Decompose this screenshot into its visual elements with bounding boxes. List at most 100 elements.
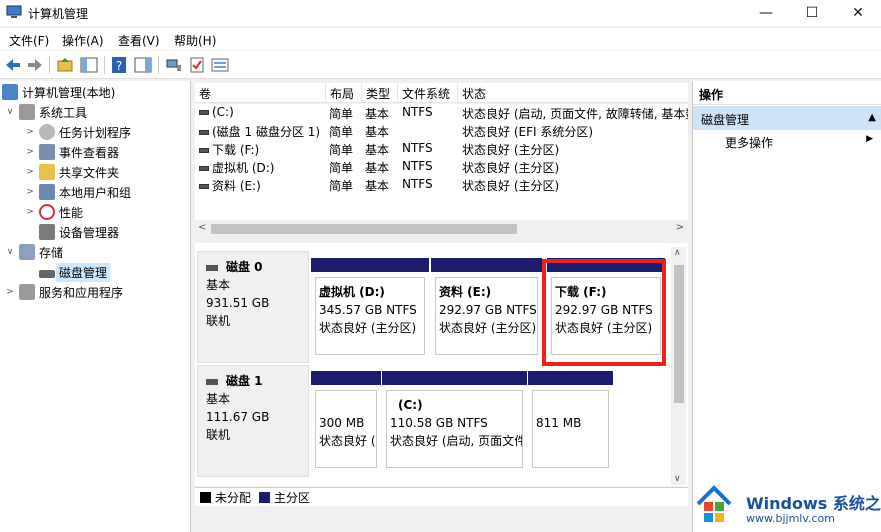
minimize-button[interactable]: —	[743, 0, 789, 26]
primary-partition-swatch	[259, 491, 271, 503]
partition-bar	[431, 258, 542, 272]
device-manager-icon	[39, 224, 55, 240]
scroll-right-icon[interactable]: >	[676, 222, 684, 233]
volume-row[interactable]: 资料 (E:) 简单 基本 NTFS 状态良好 (主分区)	[195, 176, 688, 194]
up-folder-icon[interactable]	[56, 56, 74, 74]
submenu-arrow-icon[interactable]: ▶	[866, 134, 873, 144]
collapse-triangle-icon[interactable]: ▲	[868, 112, 876, 123]
partition-d[interactable]: 虚拟机 (D:) 345.57 GB NTFS 状态良好 (主分区)	[311, 258, 429, 358]
disk-0-label[interactable]: 磁盘 0 基本 931.51 GB 联机	[197, 251, 309, 363]
windows-logo-icon	[696, 485, 732, 522]
partition-efi[interactable]: 300 MB 状态良好 (	[311, 371, 381, 471]
disk-icon	[39, 270, 55, 278]
volume-row[interactable]: (C:) 简单 基本 NTFS 状态良好 (启动, 页面文件, 故障转储, 基本…	[195, 104, 688, 122]
forward-arrow-icon[interactable]	[26, 56, 44, 74]
tree-item-storage[interactable]: ∨ 存储	[4, 242, 63, 262]
tree-item-local-users[interactable]: > 本地用户和组	[24, 182, 131, 202]
menu-view[interactable]: 查看(V)	[118, 32, 160, 49]
close-button[interactable]: ✕	[835, 0, 881, 26]
connect-icon[interactable]	[165, 56, 183, 74]
chevron-down-icon[interactable]: ∨	[4, 107, 16, 117]
chevron-right-icon[interactable]: >	[4, 287, 16, 297]
volume-icon	[199, 166, 209, 171]
disk-map: 磁盘 0 基本 931.51 GB 联机 虚拟机 (D:) 345.57 GB …	[195, 243, 688, 486]
list-view-icon[interactable]	[211, 56, 229, 74]
back-arrow-icon[interactable]	[4, 56, 22, 74]
navigation-tree: 计算机管理(本地) ∨ 系统工具 > 任务计划程序 > 事件查看器 > 共享文件…	[0, 81, 191, 532]
tree-item-task-scheduler[interactable]: > 任务计划程序	[24, 122, 131, 142]
tree-item-root[interactable]: 计算机管理(本地)	[2, 82, 115, 102]
title-bar: 计算机管理 — ☐ ✕	[0, 0, 881, 26]
users-icon	[39, 184, 55, 200]
properties-check-icon[interactable]	[188, 56, 206, 74]
highlight-box	[542, 259, 666, 366]
show-hide-action-pane-icon[interactable]	[134, 56, 152, 74]
column-header-volume[interactable]: 卷	[195, 83, 326, 103]
disk-icon	[206, 378, 218, 385]
scrollbar-thumb[interactable]	[674, 265, 684, 403]
menu-file[interactable]: 文件(F)	[9, 32, 49, 49]
watermark: Windows 系统之家 www.bjjmlv.com	[690, 482, 881, 532]
partition-recovery[interactable]: 811 MB	[528, 371, 613, 471]
disk-1-label[interactable]: 磁盘 1 基本 111.67 GB 联机	[197, 365, 309, 477]
actions-section-disk-management[interactable]: 磁盘管理 ▲	[693, 106, 881, 130]
partition-e[interactable]: 资料 (E:) 292.97 GB NTFS 状态良好 (主分区)	[431, 258, 542, 358]
volume-row[interactable]: (磁盘 1 磁盘分区 1) 简单 基本 状态良好 (EFI 系统分区)	[195, 122, 688, 140]
toolbar-separator	[158, 56, 159, 74]
chevron-right-icon[interactable]: >	[24, 187, 36, 197]
clock-icon	[39, 124, 55, 140]
tree-item-performance[interactable]: > 性能	[24, 202, 83, 222]
help-icon[interactable]: ?	[110, 56, 128, 74]
volume-icon	[199, 110, 209, 115]
tree-item-device-manager[interactable]: 设备管理器	[24, 222, 119, 242]
tree-item-system-tools[interactable]: ∨ 系统工具	[4, 102, 87, 122]
volume-icon	[199, 184, 209, 189]
tools-icon	[19, 104, 35, 120]
scroll-up-icon[interactable]: ∧	[674, 248, 681, 258]
svg-text:?: ?	[116, 59, 122, 73]
tree-item-services[interactable]: > 服务和应用程序	[4, 282, 123, 302]
show-hide-tree-icon[interactable]	[80, 56, 98, 74]
chevron-right-icon[interactable]: >	[24, 127, 36, 137]
column-header-status[interactable]: 状态	[458, 83, 688, 103]
computer-management-icon	[2, 84, 18, 100]
legend-primary: 主分区	[274, 490, 311, 505]
chevron-down-icon[interactable]: ∨	[4, 247, 16, 257]
services-icon	[19, 284, 35, 300]
volume-row[interactable]: 虚拟机 (D:) 简单 基本 NTFS 状态良好 (主分区)	[195, 158, 688, 176]
partition-bar	[528, 371, 613, 385]
volume-icon	[199, 130, 209, 135]
volume-list-header: 卷 布局 类型 文件系统 状态	[195, 83, 688, 103]
tree-item-shared-folders[interactable]: > 共享文件夹	[24, 162, 119, 182]
partition-c[interactable]: (C:) 110.58 GB NTFS 状态良好 (启动, 页面文件	[382, 371, 527, 471]
actions-header: 操作	[693, 81, 881, 105]
partition-bar	[382, 371, 527, 385]
vertical-scrollbar[interactable]: ∧ ∨	[671, 247, 686, 485]
column-header-filesystem[interactable]: 文件系统	[398, 83, 458, 103]
tree-item-disk-management[interactable]: 磁盘管理	[24, 262, 111, 282]
toolbar-separator	[49, 56, 50, 74]
shared-folder-icon	[39, 164, 55, 180]
column-header-type[interactable]: 类型	[362, 83, 398, 103]
chevron-right-icon[interactable]: >	[24, 147, 36, 157]
chevron-right-icon[interactable]: >	[24, 167, 36, 177]
computer-management-icon	[6, 5, 22, 18]
event-viewer-icon	[39, 144, 55, 160]
horizontal-scrollbar[interactable]: < >	[195, 220, 688, 238]
scrollbar-thumb[interactable]	[211, 224, 517, 234]
volume-row[interactable]: 下载 (F:) 简单 基本 NTFS 状态良好 (主分区)	[195, 140, 688, 158]
maximize-button[interactable]: ☐	[789, 0, 835, 26]
scroll-down-icon[interactable]: ∨	[674, 474, 681, 484]
disk-icon	[206, 264, 218, 271]
scroll-left-icon[interactable]: <	[198, 222, 206, 233]
more-actions-item[interactable]: 更多操作	[725, 134, 773, 151]
legend-unallocated: 未分配	[215, 490, 252, 505]
watermark-url: www.bjjmlv.com	[746, 512, 835, 525]
volume-list: (C:) 简单 基本 NTFS 状态良好 (启动, 页面文件, 故障转储, 基本…	[195, 104, 688, 220]
tree-item-event-viewer[interactable]: > 事件查看器	[24, 142, 119, 162]
chevron-right-icon[interactable]: >	[24, 207, 36, 217]
column-header-layout[interactable]: 布局	[326, 83, 362, 103]
menu-action[interactable]: 操作(A)	[62, 32, 104, 49]
toolbar: ?	[0, 51, 881, 79]
menu-help[interactable]: 帮助(H)	[174, 32, 216, 49]
